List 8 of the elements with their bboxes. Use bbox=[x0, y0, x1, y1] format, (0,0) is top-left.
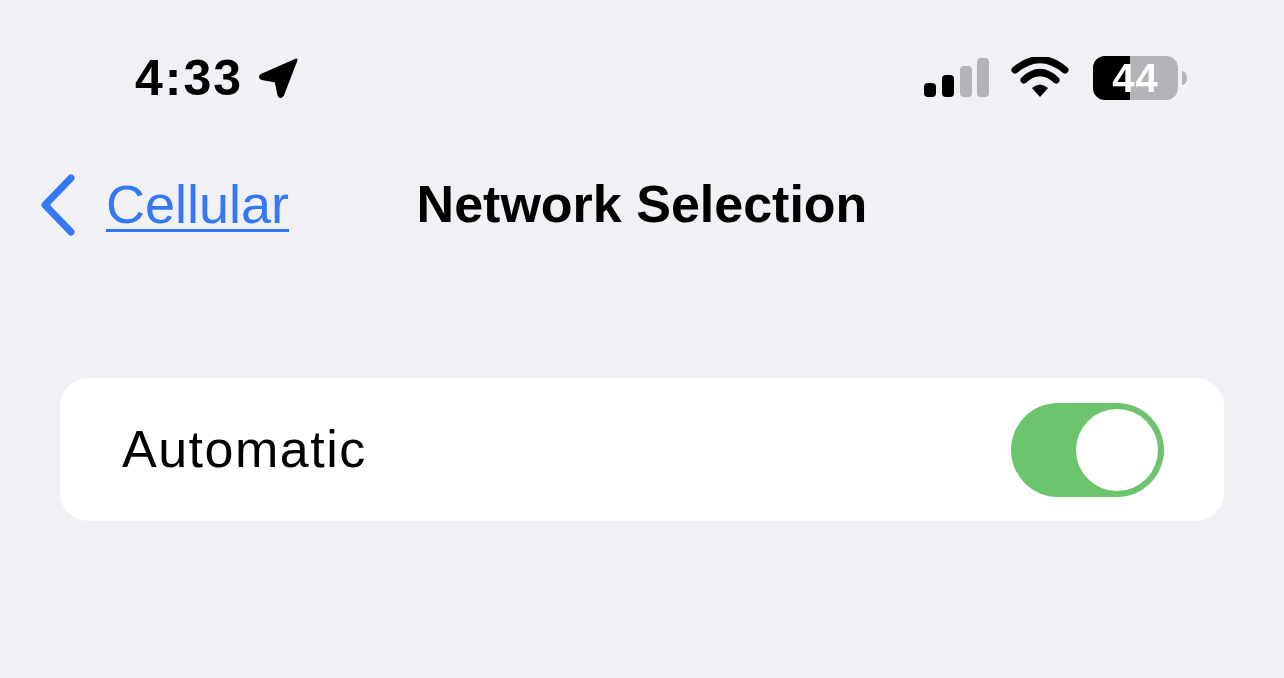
setting-label: Automatic bbox=[122, 420, 367, 479]
location-arrow-icon bbox=[259, 57, 300, 99]
page-title: Network Selection bbox=[416, 176, 868, 234]
wifi-icon bbox=[1011, 57, 1069, 99]
status-time: 4:33 bbox=[135, 53, 244, 103]
chevron-left-icon bbox=[38, 174, 78, 236]
back-link[interactable]: Cellular bbox=[38, 174, 290, 236]
signal-bars-icon bbox=[923, 57, 989, 99]
